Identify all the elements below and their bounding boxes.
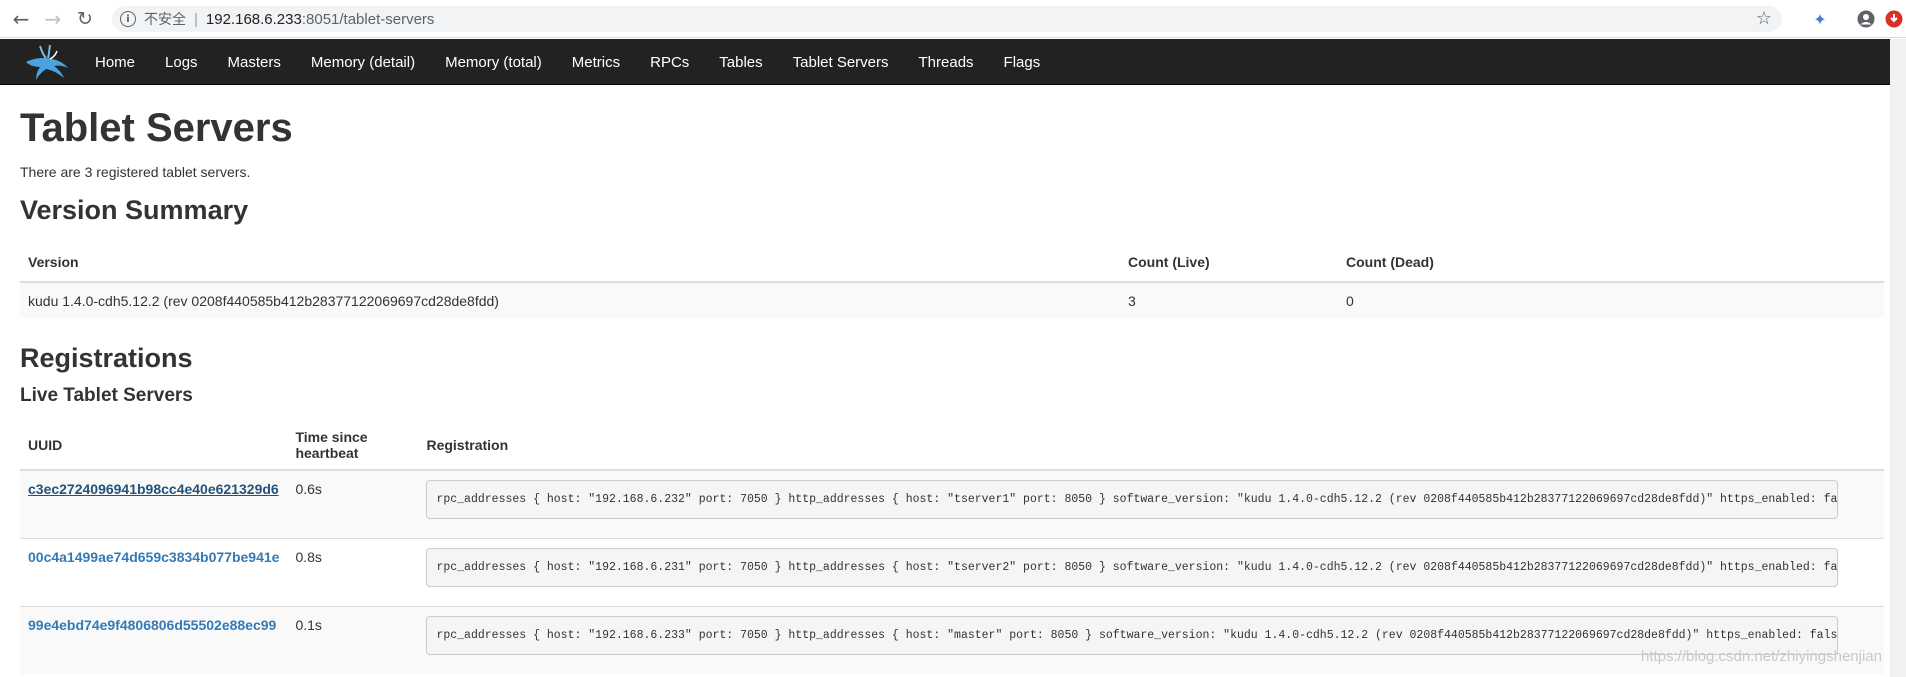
column-header-count-dead: Count (Dead) [1338, 242, 1884, 283]
heartbeat-value: 0.8s [295, 548, 322, 565]
back-icon[interactable]: ← [8, 6, 34, 32]
nav-item-tablet-servers[interactable]: Tablet Servers [778, 39, 904, 85]
registration-block: rpc_addresses { host: "192.168.6.233" po… [426, 615, 1839, 655]
column-header-version: Version [20, 242, 1120, 283]
registration-block: rpc_addresses { host: "192.168.6.232" po… [426, 480, 1839, 519]
nav-item-flags[interactable]: Flags [989, 39, 1056, 85]
info-icon[interactable]: i [120, 11, 136, 27]
registered-count-text: There are 3 registered tablet servers. [20, 164, 251, 180]
forward-icon[interactable]: → [40, 6, 66, 32]
column-header-heartbeat: Time since heartbeat [287, 423, 419, 471]
bookmark-star-icon[interactable]: ☆ [1756, 8, 1772, 29]
count-dead-cell: 0 [1338, 281, 1884, 318]
nav-item-tables[interactable]: Tables [704, 39, 777, 85]
live-tablet-servers-heading: Live Tablet Servers [20, 385, 193, 406]
registration-block: rpc_addresses { host: "192.168.6.231" po… [426, 547, 1839, 587]
address-separator: | [194, 10, 198, 28]
nav-item-logs[interactable]: Logs [150, 39, 213, 85]
nav-item-rpcs[interactable]: RPCs [635, 39, 704, 85]
heartbeat-value: 0.1s [295, 616, 322, 633]
nav-item-home[interactable]: Home [80, 39, 150, 85]
top-navbar: Home Logs Masters Memory (detail) Memory… [0, 39, 1906, 85]
watermark-text: https://blog.csdn.net/zhiyingshenjian [1641, 648, 1882, 665]
kudu-logo-icon[interactable] [20, 42, 78, 82]
nav-item-metrics[interactable]: Metrics [557, 39, 635, 85]
count-live-cell: 3 [1120, 281, 1338, 318]
url-path: :8051/tablet-servers [301, 10, 435, 28]
update-badge-icon[interactable] [1884, 9, 1904, 29]
tserver-uuid-link[interactable]: 00c4a1499ae74d659c3834b077be941e [28, 549, 279, 565]
version-summary-table: Version Count (Live) Count (Dead) kudu 1… [20, 242, 1884, 318]
table-row: c3ec2724096941b98cc4e40e621329d6 0.6s rp… [20, 469, 1884, 538]
nav-item-memory-total[interactable]: Memory (total) [430, 39, 557, 85]
nav-item-masters[interactable]: Masters [213, 39, 296, 85]
table-row: kudu 1.4.0-cdh5.12.2 (rev 0208f440585b41… [20, 281, 1884, 318]
live-tablet-servers-table: UUID Time since heartbeat Registration c… [20, 423, 1884, 674]
extension-bird-icon[interactable]: ✦ [1810, 9, 1830, 29]
reload-icon[interactable]: ↻ [72, 6, 98, 32]
page-title: Tablet Servers [20, 106, 293, 150]
table-row: 99e4ebd74e9f4806806d55502e88ec99 0.1s rp… [20, 605, 1884, 674]
tserver-uuid-link[interactable]: c3ec2724096941b98cc4e40e621329d6 [28, 481, 279, 497]
nav-item-threads[interactable]: Threads [904, 39, 989, 85]
insecure-label: 不安全 [144, 12, 186, 28]
heartbeat-value: 0.6s [295, 481, 322, 497]
nav-menu: Home Logs Masters Memory (detail) Memory… [80, 39, 1055, 85]
table-header-row: Version Count (Live) Count (Dead) [20, 242, 1884, 283]
account-avatar-icon[interactable] [1856, 9, 1876, 29]
address-bar[interactable]: i 不安全 | 192.168.6.233:8051/tablet-server… [112, 6, 1782, 32]
main-content: Tablet Servers There are 3 registered ta… [20, 85, 1886, 674]
tserver-uuid-link[interactable]: 99e4ebd74e9f4806806d55502e88ec99 [28, 617, 276, 633]
nav-item-memory-detail[interactable]: Memory (detail) [296, 39, 430, 85]
column-header-count-live: Count (Live) [1120, 242, 1338, 283]
browser-toolbar: ← → ↻ i 不安全 | 192.168.6.233:8051/tablet-… [0, 0, 1906, 38]
version-summary-heading: Version Summary [20, 195, 249, 225]
url-host: 192.168.6.233 [205, 10, 302, 28]
registrations-heading: Registrations [20, 343, 193, 373]
column-header-uuid: UUID [20, 423, 288, 471]
table-header-row: UUID Time since heartbeat Registration [20, 423, 1884, 471]
table-row: 00c4a1499ae74d659c3834b077be941e 0.8s rp… [20, 537, 1884, 606]
page-scrollbar[interactable] [1890, 39, 1906, 677]
column-header-registration: Registration [418, 423, 1884, 471]
version-cell: kudu 1.4.0-cdh5.12.2 (rev 0208f440585b41… [20, 281, 1120, 318]
